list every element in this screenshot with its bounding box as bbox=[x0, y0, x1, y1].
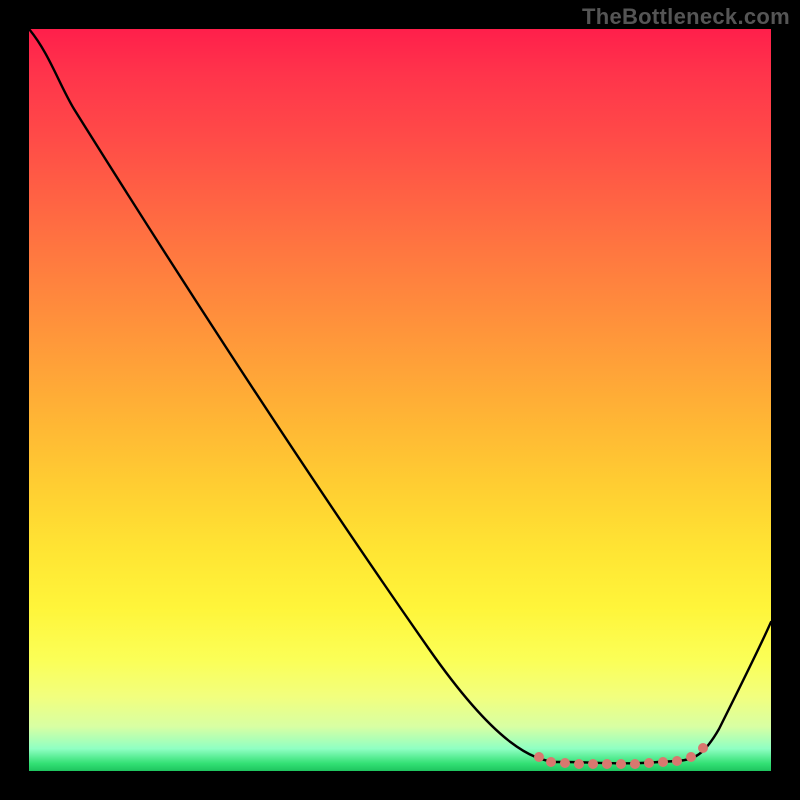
curve-layer bbox=[29, 29, 771, 771]
plot-area bbox=[29, 29, 771, 771]
chart-container: TheBottleneck.com bbox=[0, 0, 800, 800]
bottleneck-curve bbox=[29, 29, 771, 763]
watermark-text: TheBottleneck.com bbox=[582, 4, 790, 30]
marker-dots bbox=[534, 743, 708, 769]
